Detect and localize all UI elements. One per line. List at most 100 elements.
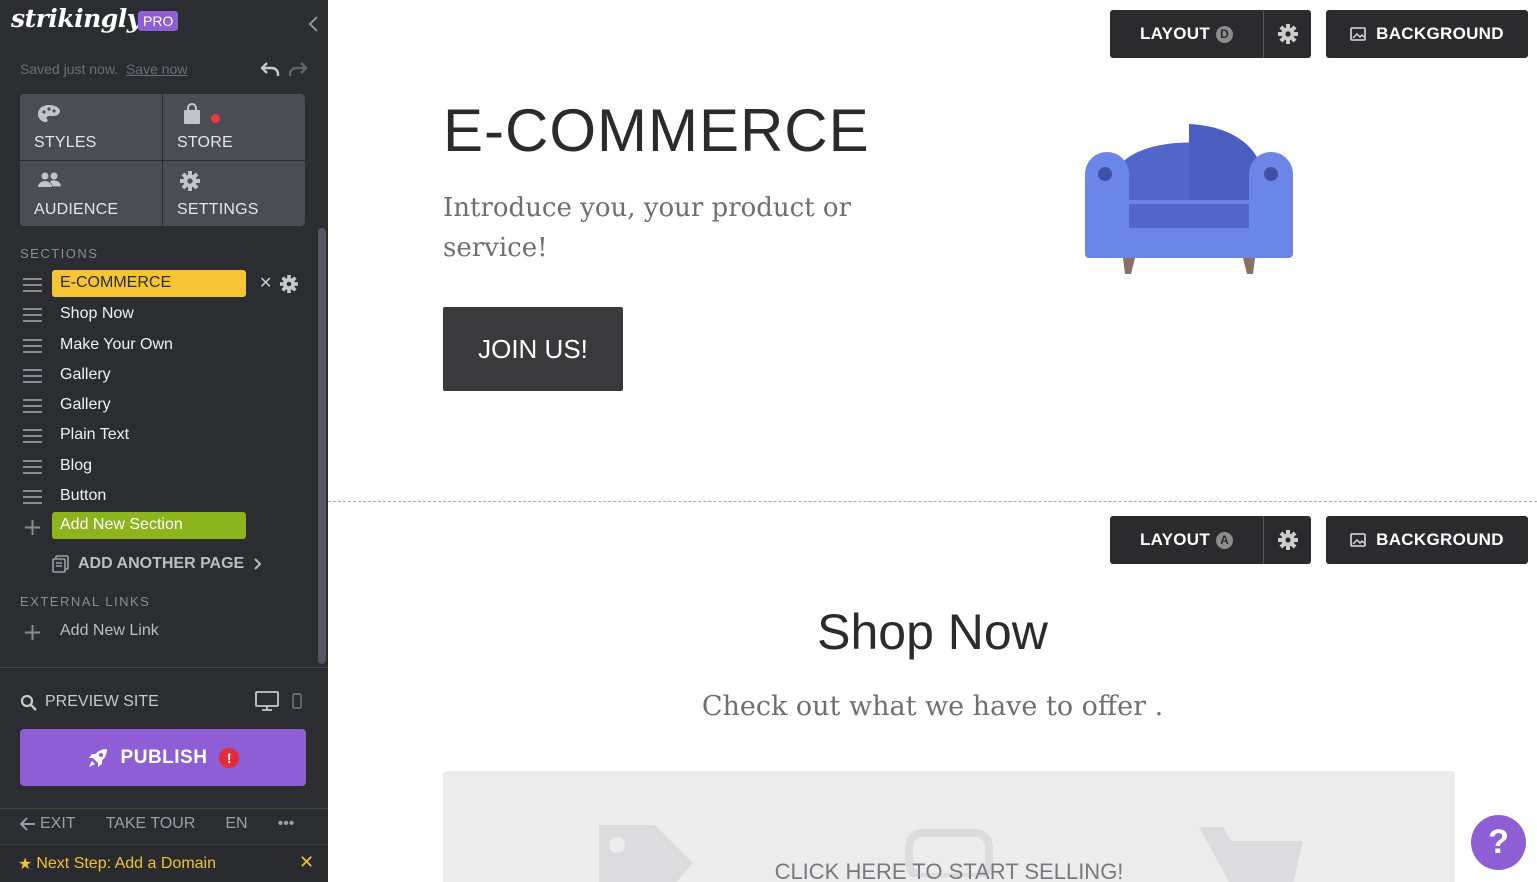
section-row-ecommerce[interactable]: E-COMMERCE ✕ [0,270,310,300]
add-new-link-button[interactable]: Add New Link [60,622,159,640]
preview-site-button[interactable]: PREVIEW SITE [20,693,159,711]
background-label: BACKGROUND [1376,530,1504,549]
sidebar-scrollbar[interactable] [318,228,326,664]
section-label[interactable]: Gallery [60,366,111,384]
plus-icon [25,520,40,535]
section-gear-button[interactable] [1263,516,1311,564]
add-another-page-button[interactable]: ADD ANOTHER PAGE [52,555,262,573]
language-link[interactable]: EN [225,815,247,833]
drag-handle-icon[interactable] [23,308,42,323]
redo-icon[interactable] [287,58,309,80]
armchair-image[interactable] [1085,120,1293,280]
section-label[interactable]: Make Your Own [60,336,173,354]
section-row-plain-text[interactable]: Plain Text [0,421,310,451]
background-label: BACKGROUND [1376,24,1504,43]
help-button[interactable]: ? [1471,815,1526,870]
take-tour-link[interactable]: TAKE TOUR [106,815,196,833]
people-icon [38,172,61,187]
plus-icon [25,625,40,640]
tile-label: STYLES [34,134,97,151]
section-row-shop-now[interactable]: Shop Now [0,300,310,330]
section-row-gallery[interactable]: Gallery [0,391,310,421]
pages-icon [52,555,69,573]
section-row-gallery[interactable]: Gallery [0,361,310,391]
layout-label: LAYOUT [1139,24,1211,43]
section-label[interactable]: Shop Now [60,305,134,323]
pro-badge: PRO [138,11,179,31]
more-options-icon[interactable]: ••• [278,815,295,833]
join-us-button[interactable]: JOIN US! [443,307,623,391]
drag-handle-icon[interactable] [23,460,42,475]
drag-handle-icon[interactable] [23,399,42,414]
tile-settings[interactable]: SETTINGS [163,160,305,226]
section-label[interactable]: Gallery [60,396,111,414]
site-canvas: LAYOUT D BACKGROUND E-COMMERCE Introduce… [328,0,1537,882]
search-icon [20,694,37,711]
tile-label: AUDIENCE [34,200,119,218]
drag-handle-icon[interactable] [23,429,42,444]
section-row-button[interactable]: Button [0,482,310,512]
shop-title[interactable]: Shop Now [328,603,1537,661]
preview-label: PREVIEW SITE [45,693,159,710]
publish-label: PUBLISH [120,746,208,768]
section-settings-gear-icon[interactable] [279,274,299,294]
tile-audience[interactable]: AUDIENCE [20,160,162,226]
drag-handle-icon[interactable] [23,490,42,505]
arrow-left-icon [20,817,35,831]
chevron-left-icon[interactable] [305,14,321,34]
star-icon: ★ [18,855,33,873]
chevron-right-icon [254,558,262,570]
start-selling-cta[interactable]: CLICK HERE TO START SELLING! [443,859,1455,882]
strikingly-logo[interactable]: strikingly [11,4,141,33]
divider [0,667,328,668]
section-divider [328,501,1537,502]
hero-title[interactable]: E-COMMERCE [443,96,870,165]
tile-label: STORE [177,134,233,151]
drag-handle-icon[interactable] [23,278,42,293]
layout-button[interactable]: LAYOUT A [1110,516,1263,564]
save-now-link[interactable]: Save now [126,61,187,77]
mobile-icon[interactable] [292,693,302,709]
close-icon[interactable]: ✕ [299,852,314,873]
saved-label: Saved just now. [20,61,119,77]
save-status: Saved just now. Save now [20,61,187,77]
background-button[interactable]: BACKGROUND [1326,516,1528,564]
section-label[interactable]: E-COMMERCE [52,270,246,297]
section-label[interactable]: Plain Text [60,426,129,444]
divider [0,808,328,809]
alert-icon: ! [219,747,240,768]
exit-link[interactable]: EXIT [40,815,76,833]
tile-label: SETTINGS [177,200,259,218]
external-links-header: EXTERNAL LINKS [20,594,151,609]
delete-section-icon[interactable]: ✕ [259,273,272,293]
hero-subtitle[interactable]: Introduce you, your product or service! [443,188,863,268]
next-step-banner[interactable]: ★ Next Step: Add a Domain [0,844,328,882]
add-new-section-row[interactable]: Add New Section [0,512,310,542]
layout-letter-badge: A [1216,531,1234,549]
publish-button[interactable]: PUBLISH ! [20,729,306,786]
image-icon [1350,27,1366,41]
tile-store[interactable]: STORE [163,94,305,160]
rocket-icon [88,748,107,767]
gear-icon [1277,24,1298,44]
drag-handle-icon[interactable] [23,369,42,384]
section-row-make-your-own[interactable]: Make Your Own [0,331,310,361]
undo-icon[interactable] [259,58,281,80]
gear-icon [1277,530,1298,550]
gear-icon [180,170,200,191]
background-button[interactable]: BACKGROUND [1326,10,1528,58]
next-step-text: Next Step: Add a Domain [36,854,216,872]
drag-handle-icon[interactable] [23,339,42,354]
editor-tiles: STYLES STORE AUDIENCE SETTINGS [20,94,305,226]
tile-styles[interactable]: STYLES [20,94,162,160]
section-gear-button[interactable] [1263,10,1311,58]
shop-subtitle[interactable]: Check out what we have to offer . [328,691,1537,722]
section-row-blog[interactable]: Blog [0,452,310,482]
desktop-icon[interactable] [255,691,279,711]
section-label[interactable]: Blog [60,457,92,475]
add-new-section-button[interactable]: Add New Section [52,512,246,539]
layout-label: LAYOUT [1139,530,1211,549]
layout-button[interactable]: LAYOUT D [1110,10,1263,58]
start-selling-box[interactable]: CLICK HERE TO START SELLING! [443,771,1455,882]
section-label[interactable]: Button [60,487,106,505]
